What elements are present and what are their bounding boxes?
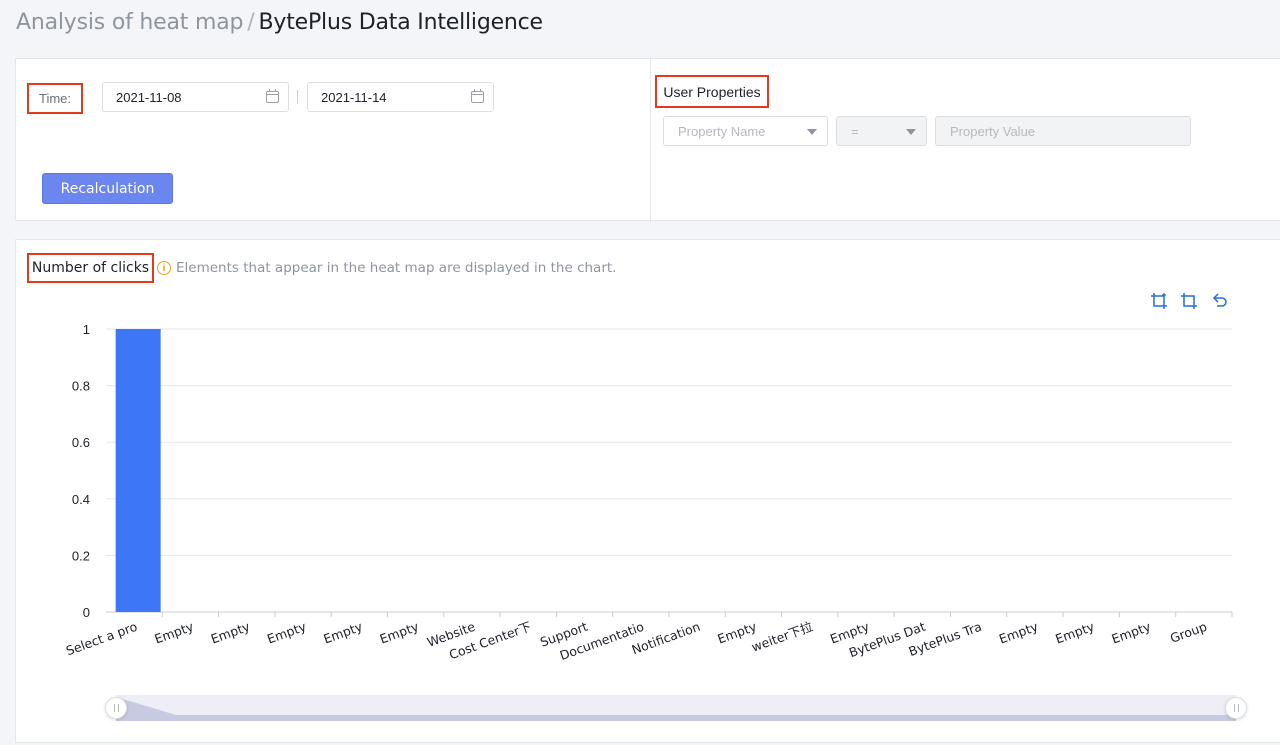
breadcrumb-parent-link[interactable]: Analysis of heat map [16,10,243,35]
caret-down-icon [807,129,817,135]
x-category-label: Empty [265,619,309,647]
property-name-select[interactable]: Property Name [663,116,828,146]
x-category-label: Empty [152,619,196,647]
x-category-label: Empty [1053,619,1097,647]
user-properties-label: User Properties [655,75,769,108]
x-category-label: Empty [997,619,1041,647]
date-range-separator [297,90,298,104]
x-category-label: Empty [209,619,253,647]
x-category-label: Group [1168,619,1209,646]
data-zoom-slider[interactable] [116,695,1236,721]
x-category-label: Empty [1110,619,1154,647]
end-date-value: 2021-11-14 [321,89,387,105]
x-category-label: Empty [378,619,422,647]
filter-panel: Time: 2021-11-08 2021-11-14 Recalculatio… [15,58,1280,222]
panel-divider [650,59,651,222]
y-tick-label: 1 [83,322,90,337]
property-value-input[interactable]: Property Value [935,116,1191,146]
breadcrumb: Analysis of heat map / BytePlus Data Intel… [16,10,543,35]
caret-down-icon [906,129,916,135]
y-tick-label: 0.4 [72,492,90,507]
time-label: Time: [27,83,83,114]
x-category-label: Select a pro [64,619,139,659]
x-category-label: weiter下拉 [749,619,815,655]
data-zoom-preview [116,697,1236,721]
y-tick-label: 0.2 [72,548,90,563]
calendar-icon[interactable] [471,89,484,103]
bar-chart: 0 0.2 0.4 0.6 0.8 1 Select a pro Empty Empty Empt… [64,322,1233,663]
breadcrumb-current: BytePlus Data Intelligence [258,10,544,35]
slider-start-handle[interactable] [105,697,127,719]
slider-end-handle[interactable] [1225,697,1247,719]
operator-value: = [851,123,859,139]
y-tick-label: 0 [83,605,90,620]
x-category-label: Empty [321,619,365,647]
bar[interactable] [115,329,161,612]
end-date-input[interactable]: 2021-11-14 [307,82,494,112]
property-name-placeholder: Property Name [678,123,766,139]
calendar-icon[interactable] [266,89,279,103]
start-date-value: 2021-11-08 [116,89,182,105]
breadcrumb-separator: / [247,10,255,35]
property-value-placeholder: Property Value [950,123,1036,139]
chart-panel: Number of clicks i Elements that appear … [15,239,1280,743]
y-tick-label: 0.8 [72,379,90,394]
y-tick-label: 0.6 [72,435,90,450]
operator-select[interactable]: = [836,116,927,146]
start-date-input[interactable]: 2021-11-08 [102,82,289,112]
recalculation-button[interactable]: Recalculation [42,173,173,204]
